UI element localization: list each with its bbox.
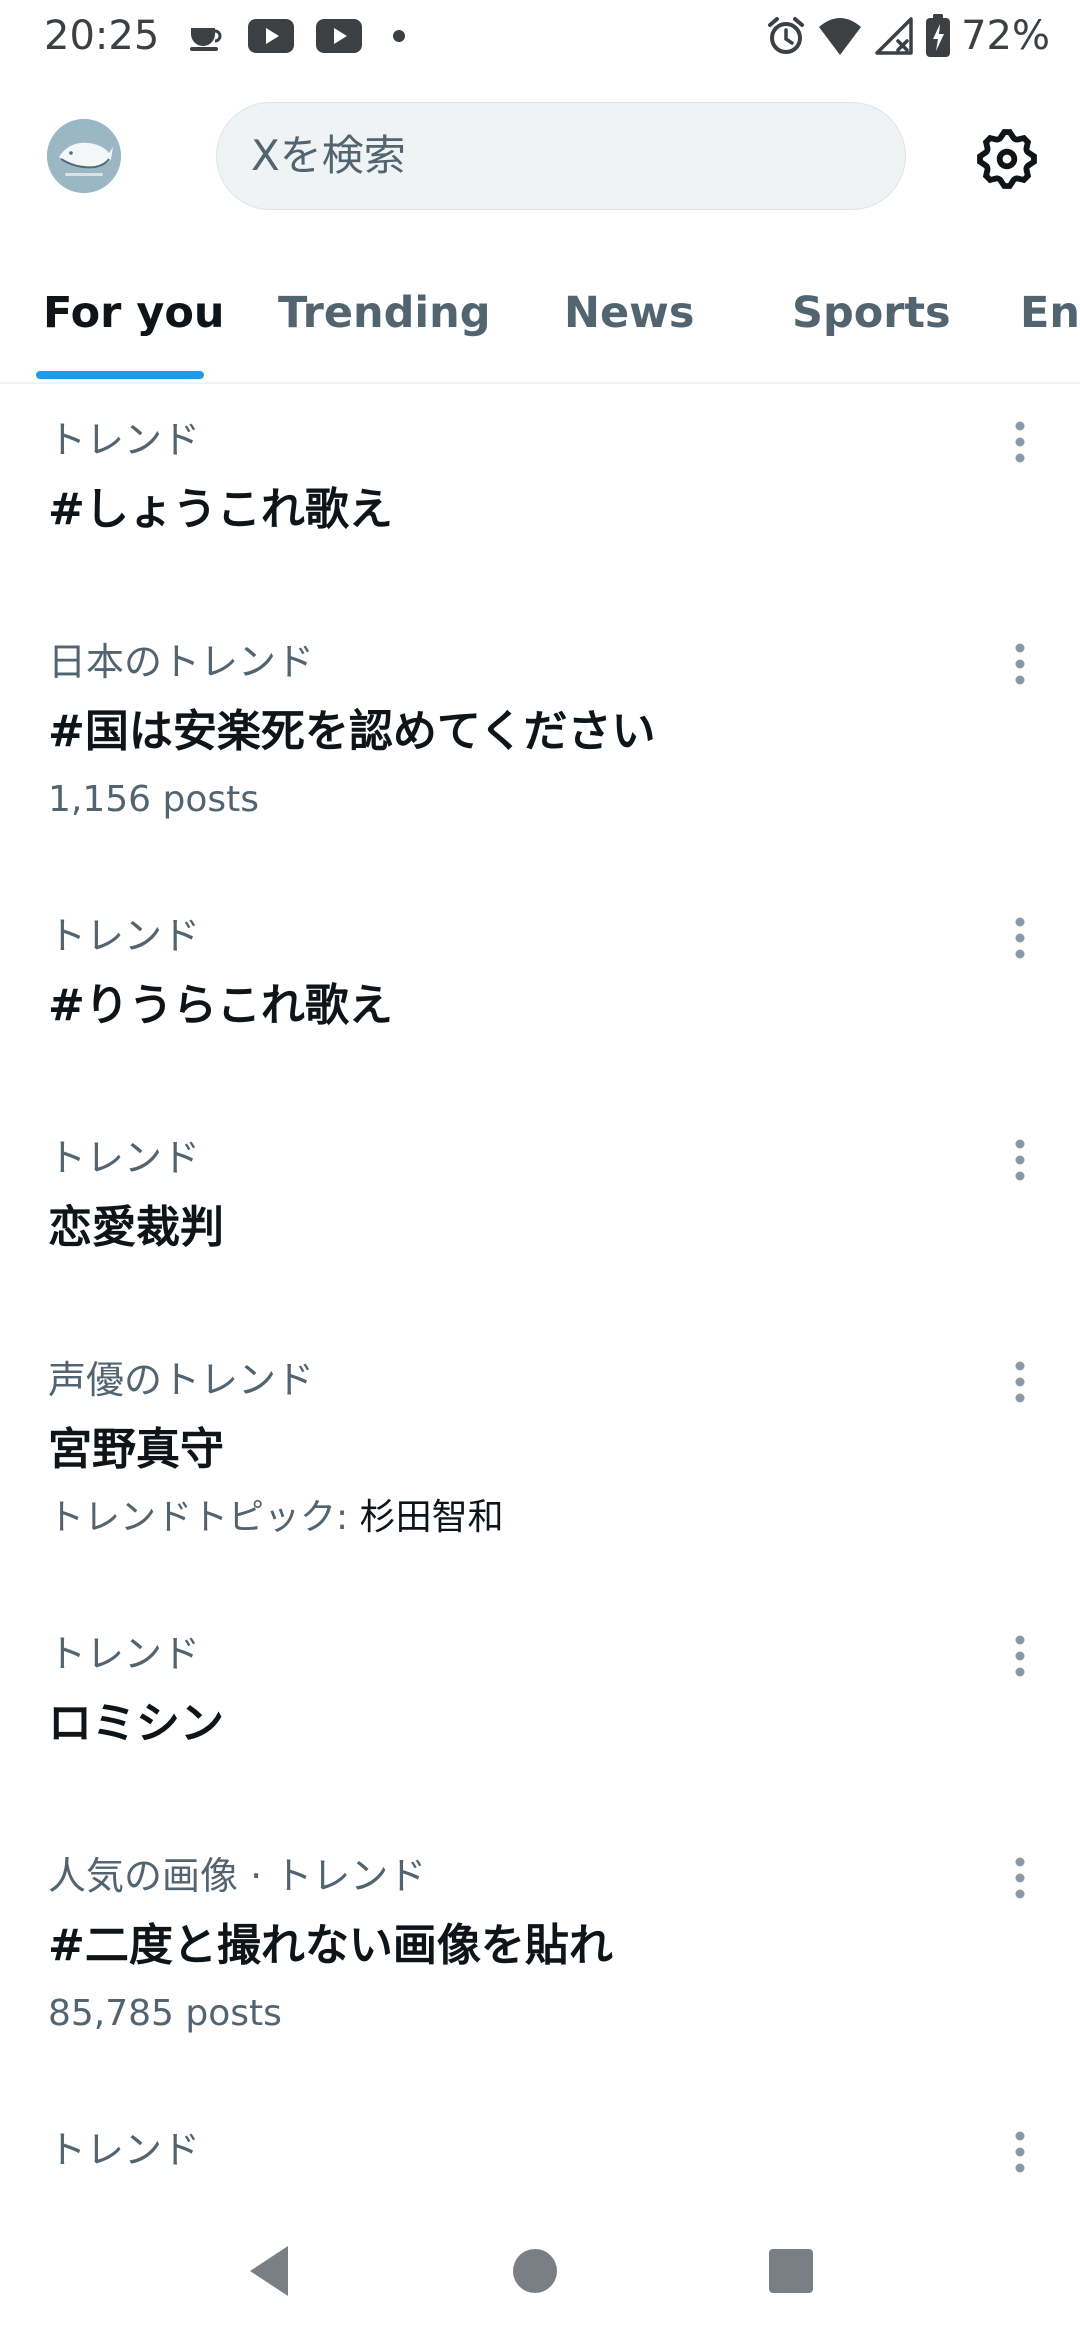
trend-category: トレンド [48, 1136, 201, 1180]
more-options-icon[interactable] [996, 1624, 1044, 1688]
trend-title: #国は安楽死を認めてください [48, 706, 656, 757]
trend-category: トレンド [48, 914, 201, 958]
search-input[interactable]: Xを検索 [216, 102, 906, 210]
search-placeholder: Xを検索 [251, 131, 406, 180]
trend-category: トレンド [48, 2128, 201, 2172]
more-options-icon[interactable] [996, 1846, 1044, 1910]
tab-for-you[interactable]: For you [43, 240, 225, 382]
trend-title: #しょうこれ歌え [48, 484, 393, 535]
trend-item[interactable]: トレンド [0, 2094, 1080, 2200]
home-icon[interactable] [500, 2236, 570, 2306]
more-options-icon[interactable] [996, 2120, 1044, 2184]
youtube-icon [316, 19, 362, 53]
explore-header: Xを検索 [0, 72, 1080, 240]
trend-post-count: 1,156 posts [48, 779, 260, 820]
explore-tabs: For you Trending News Sports Ent [0, 240, 1080, 384]
system-navigation-bar [0, 2200, 1080, 2340]
trend-item[interactable]: トレンド ロミシン [0, 1598, 1080, 1820]
recents-icon[interactable] [756, 2236, 826, 2306]
trend-item[interactable]: 人気の画像 · トレンド #二度と撮れない画像を貼れ 85,785 posts [0, 1820, 1080, 2094]
more-options-icon[interactable] [996, 632, 1044, 696]
cell-signal-icon [875, 17, 913, 55]
status-time: 20:25 [44, 13, 160, 59]
trend-category: 声優のトレンド [48, 1358, 315, 1402]
wifi-icon [819, 18, 862, 55]
trend-category: 日本のトレンド [48, 640, 315, 684]
more-options-icon[interactable] [996, 906, 1044, 970]
trend-item[interactable]: 日本のトレンド #国は安楽死を認めてください 1,156 posts [0, 606, 1080, 880]
coffee-icon [190, 28, 222, 51]
trend-item[interactable]: トレンド 恋愛裁判 [0, 1102, 1080, 1324]
trend-category: トレンド [48, 1632, 201, 1676]
trend-title: ロミシン [48, 1698, 224, 1749]
trend-post-count: 85,785 posts [48, 1993, 282, 2034]
trend-title: 宮野真守 [48, 1424, 224, 1475]
trend-category: 人気の画像 · トレンド [48, 1854, 427, 1898]
trend-category: トレンド [48, 418, 201, 462]
trend-title: #二度と撮れない画像を貼れ [48, 1920, 613, 1971]
back-icon[interactable] [238, 2236, 308, 2306]
trend-title: 恋愛裁判 [48, 1202, 224, 1253]
battery-percentage: 72% [961, 13, 1050, 59]
status-notification-icons [186, 14, 414, 58]
tab-trending[interactable]: Trending [278, 240, 491, 382]
active-tab-indicator [36, 371, 204, 379]
status-system-icons: 72% [765, 10, 1050, 62]
whale-avatar-icon [47, 119, 121, 193]
trend-topic-prefix: トレンドトピック: [48, 1497, 360, 1538]
trend-item[interactable]: 声優のトレンド 宮野真守 トレンドトピック: 杉田智和 [0, 1324, 1080, 1598]
more-options-icon[interactable] [996, 1350, 1044, 1414]
status-bar: 20:25 72% [0, 0, 1080, 72]
youtube-icon [248, 19, 294, 53]
battery-icon [926, 14, 951, 57]
notification-dot-icon [393, 30, 405, 42]
trend-topic-line: トレンドトピック: 杉田智和 [48, 1494, 504, 1542]
gear-icon [977, 129, 1037, 189]
trend-topic-name: 杉田智和 [359, 1497, 504, 1538]
tab-entertainment[interactable]: Ent [1020, 240, 1080, 382]
trend-item[interactable]: トレンド #りうらこれ歌え [0, 880, 1080, 1102]
trend-item[interactable]: トレンド #しょうこれ歌え [0, 384, 1080, 606]
settings-button[interactable] [972, 124, 1042, 194]
more-options-icon[interactable] [996, 410, 1044, 474]
tab-news[interactable]: News [564, 240, 694, 382]
more-options-icon[interactable] [996, 1128, 1044, 1192]
trend-title: #りうらこれ歌え [48, 980, 393, 1031]
profile-avatar[interactable] [47, 119, 121, 193]
tab-sports[interactable]: Sports [792, 240, 951, 382]
alarm-icon [768, 17, 805, 54]
